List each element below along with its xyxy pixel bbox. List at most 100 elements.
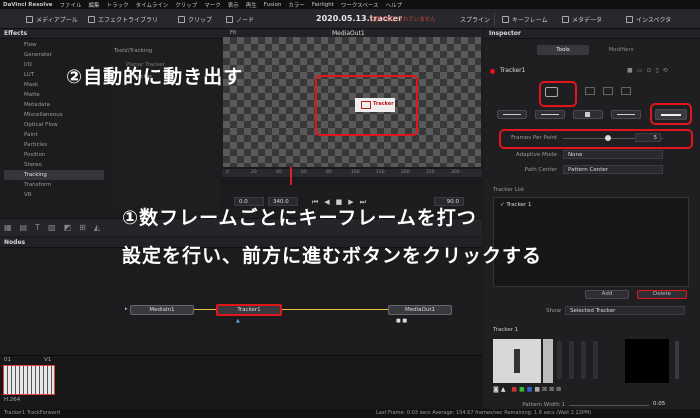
node-tracker1[interactable]: Tracker1: [216, 304, 282, 316]
keyframes-button[interactable]: キーフレーム: [502, 13, 547, 25]
pattern-width-slider[interactable]: [569, 405, 649, 406]
toolbar-divider: [494, 13, 495, 25]
effects-category-item[interactable]: Metadata: [4, 100, 104, 110]
channel-bar-a: [593, 341, 598, 379]
effects-category-item[interactable]: Tracking: [4, 170, 104, 180]
viewer-highlight-box: [315, 75, 418, 136]
stop-icon: [585, 112, 590, 117]
menu-item[interactable]: Fairlight: [312, 2, 334, 8]
effects-category-item[interactable]: Generator: [4, 50, 104, 60]
track-arrow-icon: [541, 114, 559, 115]
menu-item[interactable]: マーク: [204, 1, 221, 9]
tab-tools[interactable]: Tools: [537, 45, 589, 55]
tracker-section-title: Tracker 1: [493, 327, 519, 333]
track-arrow-icon: [617, 114, 635, 115]
tracker-tab-highlight: [539, 81, 577, 107]
node-tracker-input: ▲: [236, 318, 240, 324]
status-right: Last Frame: 0.03 secs Average: 154.67 fr…: [376, 410, 592, 416]
pattern-preview-a: [493, 339, 541, 383]
media-pool-button[interactable]: メディアプール: [26, 13, 78, 25]
annotation-step1-line1: ①数フレームごとにキーフレームを打つ: [122, 207, 477, 229]
ruler-tick-label: 80: [326, 170, 332, 175]
ruler-tick-label: 300: [451, 170, 460, 175]
ruler-tick-label: 0: [226, 170, 229, 175]
effects-library-button[interactable]: エフェクトライブラリ: [88, 13, 158, 25]
menu-item[interactable]: DaVinci Resolve: [3, 2, 53, 8]
path-center-select[interactable]: Pattern Center: [563, 165, 663, 174]
connection-tracker-out: [280, 309, 390, 310]
effects-category-item[interactable]: Flow: [4, 40, 104, 50]
nodes-icon: [226, 15, 233, 23]
node-mediain1[interactable]: MediaIn1: [130, 305, 194, 315]
clip-thumbnail-image: [4, 366, 54, 394]
annotation-step1-line2: 設定を行い、前方に進むボタンをクリックする: [122, 245, 543, 267]
menu-item[interactable]: 表示: [228, 1, 239, 9]
inspector-node-icons[interactable]: ■▭⊙▯⟲: [627, 67, 672, 74]
node-input-arrow: ▸: [125, 306, 128, 312]
clip-codec: H.264: [4, 397, 21, 403]
menu-item[interactable]: Fusion: [264, 2, 282, 8]
effects-category-item[interactable]: Transform: [4, 180, 104, 190]
track-arrow-icon: [503, 114, 521, 115]
tracker-list-item[interactable]: ✓ Tracker 1: [494, 198, 688, 212]
viewer-title: MediaOut1: [332, 30, 365, 37]
toolbar: メディアプール エフェクトライブラリ クリップ ノード 2020.05.13.t…: [0, 9, 700, 29]
effects-category-item[interactable]: Position: [4, 150, 104, 160]
inspector-icon: [626, 15, 633, 23]
ruler-tick-label: 20: [251, 170, 257, 175]
menu-item[interactable]: ファイル: [60, 1, 82, 9]
effects-category-item[interactable]: Stereo: [4, 160, 104, 170]
inspector-header: Inspector: [485, 29, 700, 39]
menu-item[interactable]: カラー: [288, 1, 305, 9]
effects-category-item[interactable]: Matte: [4, 90, 104, 100]
status-left: Tracker1 TrackForward: [4, 410, 60, 416]
menu-item[interactable]: 編集: [89, 1, 100, 9]
adaptive-mode-label: Adaptive Mode: [515, 152, 557, 158]
channel-toggles[interactable]: ◙▲ ■■■■⊠⊠⊠: [493, 386, 563, 393]
settings-tab-icon[interactable]: [621, 87, 631, 95]
tab-modifiers[interactable]: Modifiers: [595, 45, 647, 55]
clip-index: 01: [4, 357, 11, 363]
channel-bar-r: [557, 341, 562, 379]
clip-thumbnail[interactable]: [3, 365, 55, 395]
show-select[interactable]: Selected Tracker: [565, 306, 685, 315]
operation-tab-icon[interactable]: [585, 87, 595, 95]
display-tab-icon[interactable]: [603, 87, 613, 95]
ruler-tick-label: 200: [401, 170, 410, 175]
nodes-button[interactable]: ノード: [226, 13, 254, 25]
node-out-indicator: ■ ■: [396, 318, 408, 324]
metadata-button[interactable]: メタデータ: [562, 13, 602, 25]
pattern-preview-b: [543, 339, 553, 383]
menu-item[interactable]: 再生: [246, 1, 257, 9]
timeline-ruler[interactable]: 0 20 40 60 80 100 150 200 250 300: [222, 167, 482, 185]
adaptive-mode-select[interactable]: None: [563, 150, 663, 159]
menu-item[interactable]: トラック: [107, 1, 129, 9]
node-color-dot[interactable]: [490, 69, 495, 74]
effects-category-item[interactable]: Particles: [4, 140, 104, 150]
unsaved-notice: 変更が保存されていません: [370, 17, 436, 23]
preview-scrollbar[interactable]: [675, 341, 679, 379]
inspector-button[interactable]: インスペクタ: [626, 13, 671, 25]
viewer-zoom[interactable]: Fit: [230, 30, 236, 36]
clip-track: V1: [44, 357, 52, 363]
tool-strip-icons[interactable]: ▦▤T▨◩⊞◭: [4, 223, 108, 232]
effects-category-item[interactable]: Optical Flow: [4, 120, 104, 130]
menu-item[interactable]: ワークスペース: [341, 1, 379, 9]
effects-category-item[interactable]: Miscellaneous: [4, 110, 104, 120]
menu-item[interactable]: クリップ: [175, 1, 197, 9]
metadata-icon: [562, 15, 569, 23]
effects-category-item[interactable]: VR: [4, 190, 104, 200]
pattern-preview-figure: [514, 349, 520, 373]
clips-icon: [178, 15, 185, 23]
delete-tracker-button[interactable]: Delete: [637, 290, 687, 299]
effects-category-item[interactable]: Paint: [4, 130, 104, 140]
node-mediaout1[interactable]: MediaOut1: [388, 305, 452, 315]
menu-item[interactable]: ヘルプ: [386, 1, 403, 9]
tracker-list-label: Tracker List: [493, 187, 525, 193]
menu-item[interactable]: タイムライン: [136, 1, 169, 9]
spline-button[interactable]: スプライン: [460, 13, 490, 25]
search-area-preview: [625, 339, 669, 383]
add-tracker-button[interactable]: Add: [585, 290, 629, 299]
clips-button[interactable]: クリップ: [178, 13, 212, 25]
pattern-width-value[interactable]: 0.05: [653, 401, 665, 407]
